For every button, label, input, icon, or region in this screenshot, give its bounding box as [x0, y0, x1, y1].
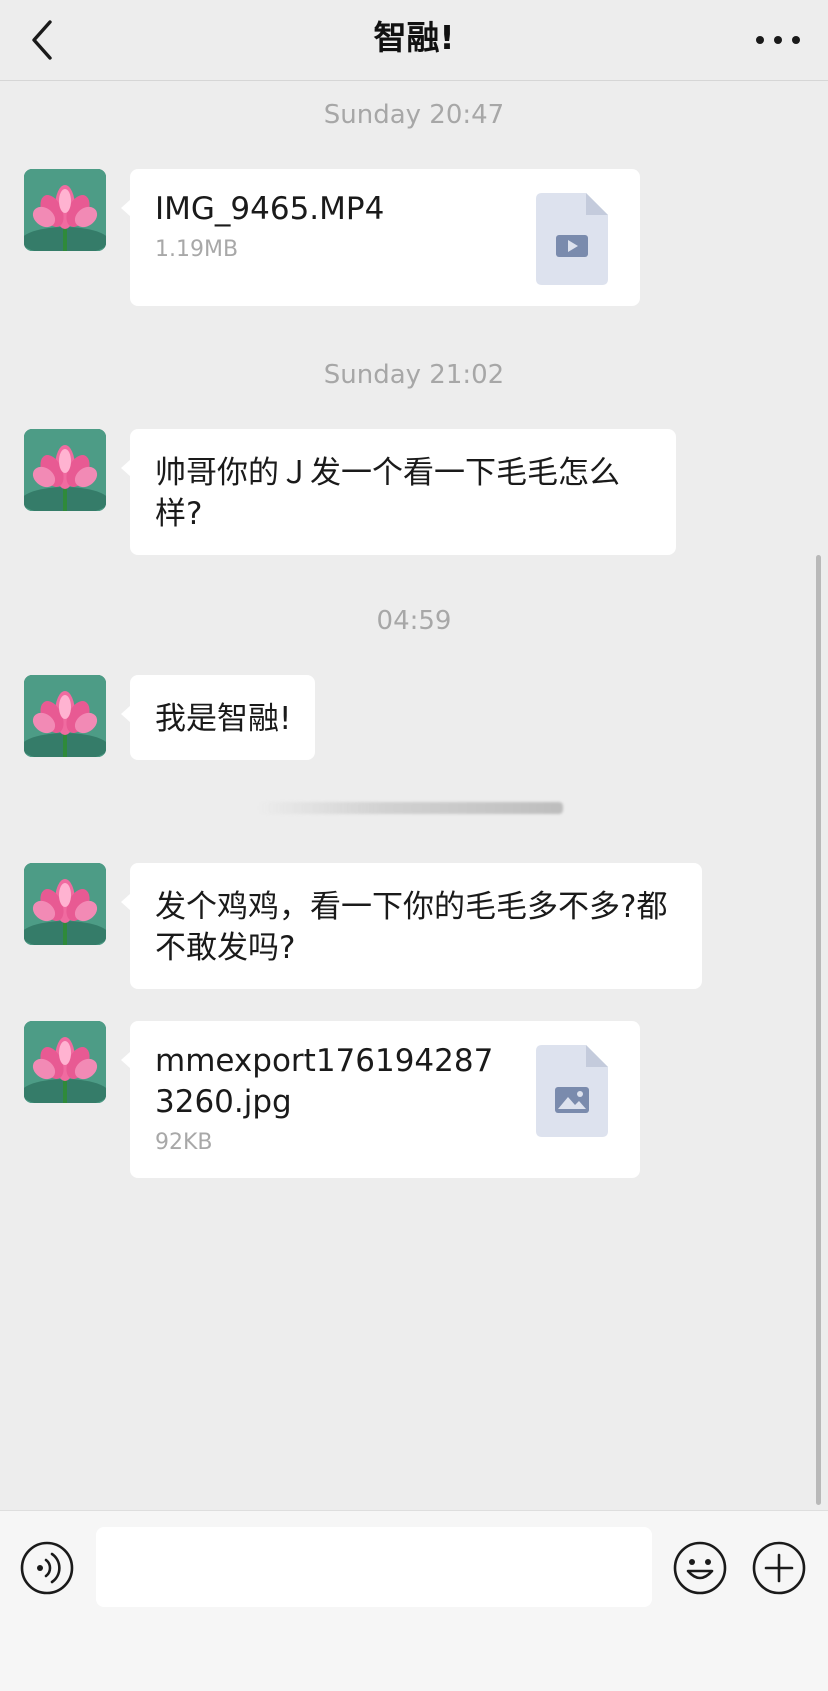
message-input[interactable]	[96, 1527, 652, 1607]
timestamp: Sunday 21:02	[323, 360, 505, 390]
more-horizontal-icon[interactable]	[752, 24, 804, 56]
text-message[interactable]: 发个鸡鸡，看一下你的毛毛多不多?都不敢发吗?	[121, 863, 702, 989]
scrollbar[interactable]	[816, 555, 821, 1505]
text-message[interactable]: 我是智融!	[120, 675, 316, 760]
input-bar	[0, 1510, 828, 1691]
voice-icon[interactable]	[20, 1541, 74, 1595]
text-message[interactable]: 帅哥你的Ｊ发一个看一下毛毛怎么样?	[121, 429, 676, 555]
avatar[interactable]	[24, 675, 106, 757]
avatar[interactable]	[24, 863, 106, 945]
emoji-icon[interactable]	[673, 1541, 727, 1595]
file-message[interactable]: mmexport1761942873260.jpg 92KB	[121, 1021, 640, 1178]
avatar[interactable]	[24, 429, 106, 511]
redacted-line	[258, 802, 563, 814]
file-name: mmexport1761942873260.jpg	[155, 1043, 494, 1120]
avatar[interactable]	[24, 1021, 106, 1103]
file-name: IMG_9465.MP4	[155, 191, 385, 227]
timestamp: Sunday 20:47	[323, 100, 505, 130]
file-message[interactable]: IMG_9465.MP4 1.19MB	[121, 169, 640, 306]
avatar[interactable]	[24, 169, 106, 251]
chat-title: 智融!	[373, 18, 455, 57]
timestamp: 04:59	[376, 606, 452, 636]
video-file-icon	[536, 193, 608, 285]
plus-icon[interactable]	[752, 1541, 806, 1595]
image-file-icon	[536, 1045, 608, 1137]
nav-bar: 智融!	[0, 0, 828, 81]
